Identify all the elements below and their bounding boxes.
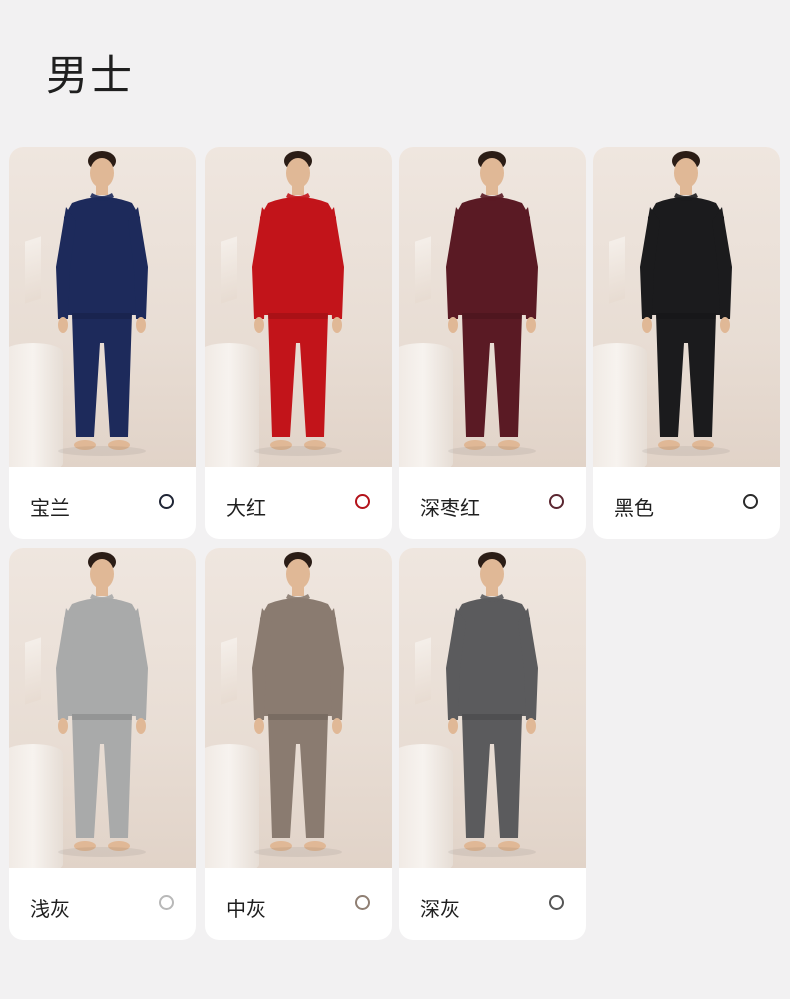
product-photo xyxy=(9,147,196,467)
color-option-card[interactable]: 宝兰 xyxy=(9,147,196,539)
left-hand xyxy=(642,317,652,333)
head-shape xyxy=(480,559,504,589)
waistband-shape xyxy=(268,313,328,319)
floor-shadow xyxy=(254,847,342,857)
waistband-shape xyxy=(268,714,328,720)
waistband-shape xyxy=(72,313,132,319)
radio-select-icon[interactable] xyxy=(549,895,564,910)
waistband-shape xyxy=(656,313,716,319)
floor-shadow xyxy=(58,847,146,857)
head-shape xyxy=(90,559,114,589)
head-shape xyxy=(286,158,310,188)
radio-select-icon[interactable] xyxy=(743,494,758,509)
left-hand xyxy=(58,317,68,333)
color-name-label: 深灰 xyxy=(420,897,460,921)
left-hand xyxy=(254,317,264,333)
product-photo xyxy=(205,548,392,868)
radio-select-icon[interactable] xyxy=(355,494,370,509)
pants-garment xyxy=(656,313,716,437)
product-photo xyxy=(205,147,392,467)
left-hand xyxy=(448,317,458,333)
color-option-card[interactable]: 浅灰 xyxy=(9,548,196,940)
color-option-card[interactable]: 大红 xyxy=(205,147,392,539)
right-hand xyxy=(526,317,536,333)
right-hand xyxy=(526,718,536,734)
floor-shadow xyxy=(642,446,730,456)
pants-garment xyxy=(72,714,132,838)
top-garment xyxy=(452,197,532,315)
left-hand xyxy=(448,718,458,734)
top-garment xyxy=(258,197,338,315)
pants-garment xyxy=(268,313,328,437)
floor-shadow xyxy=(448,847,536,857)
radio-select-icon[interactable] xyxy=(159,895,174,910)
right-hand xyxy=(136,317,146,333)
head-shape xyxy=(480,158,504,188)
color-name-label: 大红 xyxy=(226,496,266,520)
color-option-card[interactable]: 深灰 xyxy=(399,548,586,940)
floor-shadow xyxy=(448,446,536,456)
product-photo xyxy=(593,147,780,467)
color-name-label: 中灰 xyxy=(226,897,266,921)
waistband-shape xyxy=(462,313,522,319)
right-hand xyxy=(136,718,146,734)
product-photo xyxy=(399,548,586,868)
neck-shape xyxy=(96,185,108,195)
waistband-shape xyxy=(72,714,132,720)
pants-garment xyxy=(462,313,522,437)
right-hand xyxy=(720,317,730,333)
neck-shape xyxy=(486,586,498,596)
neck-shape xyxy=(292,185,304,195)
head-shape xyxy=(286,559,310,589)
left-hand xyxy=(58,718,68,734)
pants-garment xyxy=(462,714,522,838)
right-hand xyxy=(332,718,342,734)
waistband-shape xyxy=(462,714,522,720)
pants-garment xyxy=(72,313,132,437)
top-garment xyxy=(258,598,338,716)
color-name-label: 黑色 xyxy=(614,496,654,520)
neck-shape xyxy=(680,185,692,195)
color-name-label: 深枣红 xyxy=(420,496,480,520)
top-garment xyxy=(452,598,532,716)
floor-shadow xyxy=(254,446,342,456)
radio-select-icon[interactable] xyxy=(355,895,370,910)
page-title: 男士 xyxy=(46,51,135,100)
top-garment xyxy=(646,197,726,315)
radio-select-icon[interactable] xyxy=(159,494,174,509)
right-hand xyxy=(332,317,342,333)
top-garment xyxy=(62,598,142,716)
color-name-label: 浅灰 xyxy=(30,897,70,921)
head-shape xyxy=(674,158,698,188)
neck-shape xyxy=(486,185,498,195)
top-garment xyxy=(62,197,142,315)
pants-garment xyxy=(268,714,328,838)
left-hand xyxy=(254,718,264,734)
neck-shape xyxy=(96,586,108,596)
product-photo xyxy=(9,548,196,868)
color-option-card[interactable]: 深枣红 xyxy=(399,147,586,539)
product-photo xyxy=(399,147,586,467)
color-name-label: 宝兰 xyxy=(30,496,70,520)
floor-shadow xyxy=(58,446,146,456)
head-shape xyxy=(90,158,114,188)
radio-select-icon[interactable] xyxy=(549,494,564,509)
neck-shape xyxy=(292,586,304,596)
color-option-card[interactable]: 中灰 xyxy=(205,548,392,940)
color-option-card[interactable]: 黑色 xyxy=(593,147,780,539)
